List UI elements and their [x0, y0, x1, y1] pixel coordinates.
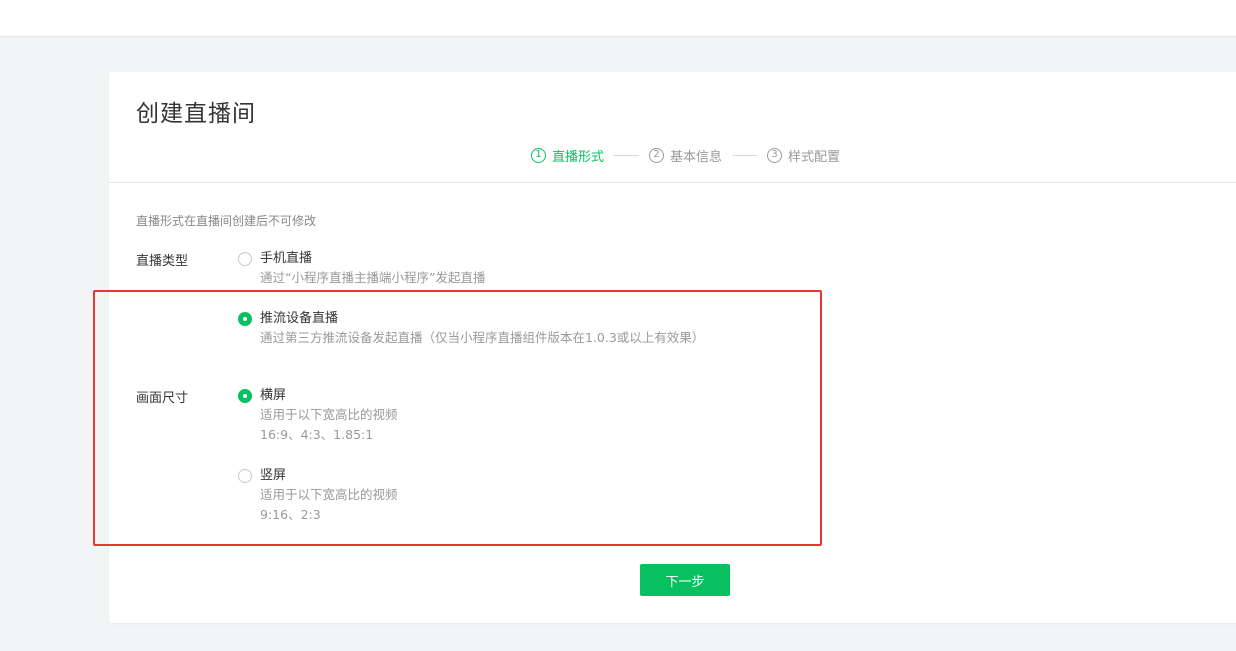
option-title: 手机直播	[260, 251, 313, 266]
hint-text: 直播形式在直播间创建后不可修改	[136, 214, 317, 228]
step-style-config: 3 样式配置	[767, 146, 840, 165]
radio-button[interactable]	[238, 252, 252, 266]
step-label: 基本信息	[670, 149, 723, 165]
option-title: 竖屏	[260, 468, 287, 483]
radio-option-portrait[interactable]: 竖屏 适用于以下宽高比的视频 9:16、2:3	[238, 467, 398, 525]
step-number-icon: 2	[649, 147, 665, 163]
step-indicator: 1 直播形式 2 基本信息 3 样式配置	[531, 145, 840, 165]
next-step-button[interactable]: 下一步	[640, 564, 730, 596]
option-title: 横屏	[260, 388, 287, 403]
radio-button-checked[interactable]	[238, 389, 252, 403]
option-desc: 通过“小程序直播主播端小程序”发起直播	[260, 270, 486, 285]
screen-size-label: 画面尺寸	[136, 391, 189, 406]
radio-option-landscape[interactable]: 横屏 适用于以下宽高比的视频 16:9、4:3、1.85:1	[238, 387, 398, 445]
step-live-format: 1 直播形式	[531, 146, 604, 165]
step-label: 样式配置	[788, 149, 841, 165]
option-ratios: 9:16、2:3	[260, 507, 321, 522]
option-ratios: 16:9、4:3、1.85:1	[260, 427, 374, 442]
radio-option-stream-device-live[interactable]: 推流设备直播 通过第三方推流设备发起直播（仅当小程序直播组件版本在1.0.3或以…	[238, 310, 704, 348]
option-desc: 适用于以下宽高比的视频	[260, 407, 398, 422]
step-number-icon: 3	[767, 147, 783, 163]
top-bar	[0, 0, 1236, 37]
step-basic-info: 2 基本信息	[649, 146, 722, 165]
radio-button[interactable]	[238, 469, 252, 483]
step-connector	[732, 154, 758, 156]
page-title: 创建直播间	[136, 101, 256, 127]
create-live-room-card: 创建直播间 1 直播形式 2 基本信息 3 样式配置 直播形式在直播间创建后不可…	[109, 72, 1236, 623]
radio-option-phone-live[interactable]: 手机直播 通过“小程序直播主播端小程序”发起直播	[238, 250, 485, 288]
option-title: 推流设备直播	[260, 311, 339, 326]
step-number-icon: 1	[531, 147, 546, 163]
option-desc: 适用于以下宽高比的视频	[260, 487, 398, 502]
radio-button-checked[interactable]	[238, 312, 252, 326]
step-connector	[614, 154, 640, 156]
option-desc: 通过第三方推流设备发起直播（仅当小程序直播组件版本在1.0.3或以上有效果）	[260, 330, 705, 345]
header-divider	[109, 182, 1236, 183]
step-label: 直播形式	[552, 149, 605, 165]
live-type-label: 直播类型	[136, 254, 189, 269]
